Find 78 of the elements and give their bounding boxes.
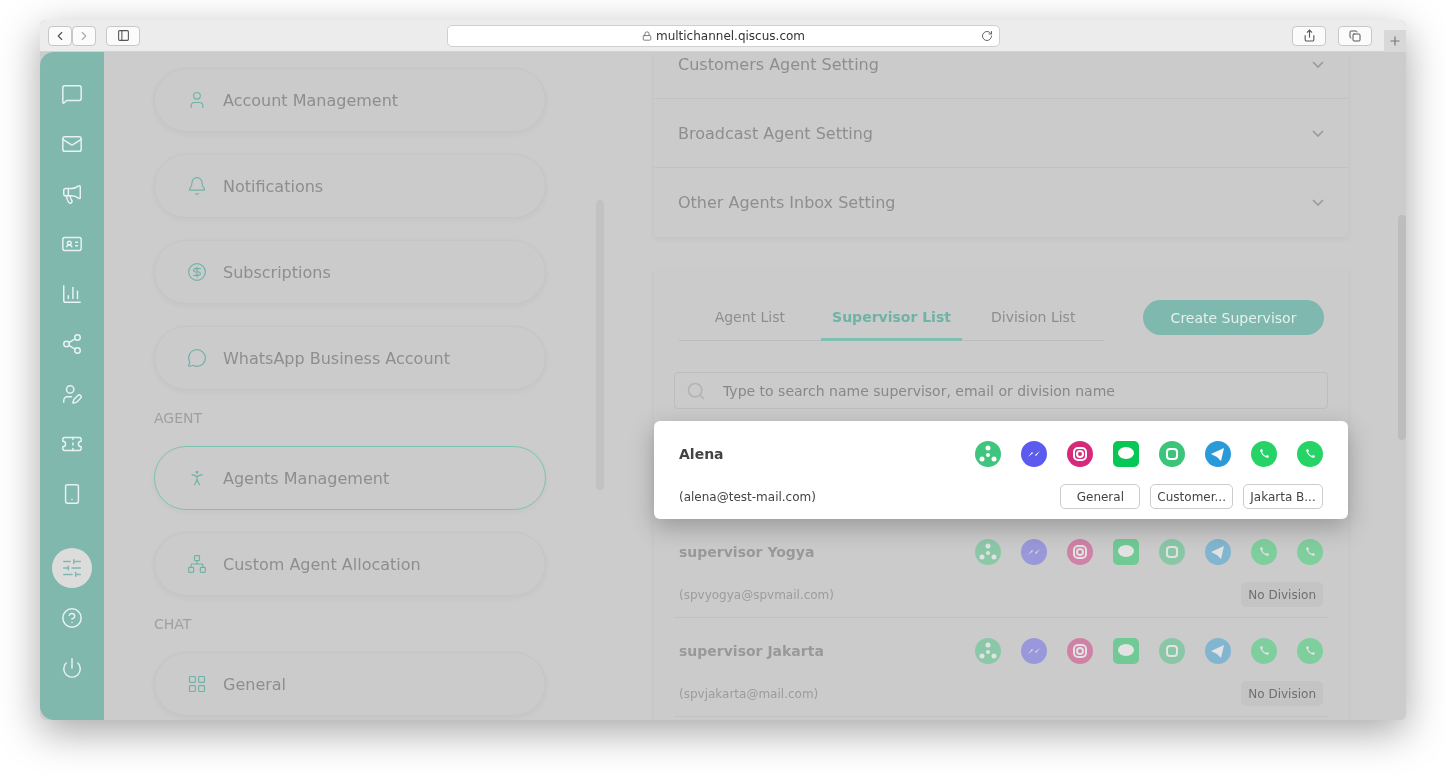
hub-icon — [975, 441, 1001, 467]
settings-menu-item[interactable]: Subscriptions — [154, 240, 546, 304]
back-button[interactable] — [48, 25, 72, 46]
division-tag: No Division — [1241, 582, 1323, 607]
bubble-square-icon — [1113, 441, 1139, 467]
hub-icon — [975, 638, 1001, 664]
chat-icon — [61, 83, 83, 105]
accordion-header[interactable]: Customers Agent Setting — [654, 52, 1348, 99]
chevron-down-icon — [1312, 129, 1324, 137]
paper-plane-icon — [1205, 539, 1231, 565]
settings-menu-item[interactable]: Custom Agent Allocation — [154, 532, 546, 596]
new-tab-button[interactable] — [1384, 29, 1406, 52]
phone-bubble-icon — [1297, 638, 1323, 664]
search-icon — [686, 381, 706, 401]
camera-icon — [1067, 539, 1093, 565]
camera-icon — [1067, 441, 1093, 467]
reload-icon[interactable] — [981, 30, 993, 42]
tab[interactable]: Division List — [962, 300, 1104, 341]
bubble-square-icon — [1113, 539, 1139, 565]
division-tag: General — [1060, 484, 1141, 509]
power-icon — [61, 657, 83, 679]
supervisor-row[interactable]: Alena (alena@test-mail.com) General Customer... Jakarta B... — [654, 421, 1348, 519]
hub-icon — [975, 539, 1001, 565]
phone-bubble-icon — [1297, 539, 1323, 565]
scrollbar-thumb[interactable] — [1398, 215, 1406, 440]
share-icon — [1302, 29, 1316, 42]
create-supervisor-button[interactable]: Create Supervisor — [1143, 300, 1324, 335]
settings-icon — [61, 557, 83, 579]
division-tag: Jakarta B... — [1243, 484, 1323, 509]
supervisor-email: (alena@test-mail.com) — [679, 489, 816, 504]
plus-icon — [1388, 33, 1402, 48]
settings-menu-item[interactable]: Account Management — [154, 68, 546, 132]
chevron-down-icon — [1312, 199, 1324, 206]
square-bubble-icon — [1159, 638, 1185, 664]
dollar-cycle-icon — [187, 262, 207, 282]
lock-icon — [641, 31, 652, 41]
address-bar[interactable]: multichannel.qiscus.com — [447, 25, 1000, 47]
forward-button[interactable] — [72, 25, 96, 46]
settings-menu-item[interactable]: Notifications — [154, 154, 546, 218]
phone-bubble-icon — [1251, 638, 1277, 664]
division-tag: Customer... — [1150, 484, 1233, 509]
chat-bubble-icon — [187, 348, 207, 368]
share-button[interactable] — [1292, 25, 1326, 46]
camera-icon — [1067, 638, 1093, 664]
settings-menu-item[interactable]: WhatsApp Business Account — [154, 326, 546, 390]
paper-plane-icon — [1205, 441, 1231, 467]
phone-bubble-icon — [1297, 441, 1323, 467]
chart-icon — [61, 283, 83, 305]
chevron-down-icon — [1312, 60, 1324, 68]
bell-icon — [187, 176, 207, 196]
mail-icon — [61, 133, 83, 155]
network-icon — [187, 554, 207, 574]
phone-bubble-icon — [1251, 441, 1277, 467]
sidebar-icon — [116, 29, 130, 42]
square-bubble-icon — [1159, 441, 1185, 467]
tabs-icon — [1349, 29, 1361, 42]
tab[interactable]: Agent List — [679, 300, 821, 341]
help-icon — [61, 607, 83, 629]
user-icon — [61, 383, 83, 405]
square-bubble-icon — [1159, 539, 1185, 565]
supervisor-name: Alena — [679, 446, 724, 462]
grid-icon — [187, 674, 207, 694]
megaphone-icon — [61, 183, 83, 205]
tabs-button[interactable] — [1338, 25, 1372, 46]
tab[interactable]: Supervisor List — [820, 300, 963, 341]
settings-menu-item[interactable]: Agents Management — [154, 446, 546, 510]
sidebar-button[interactable] — [106, 25, 140, 46]
division-tag: No Division — [1241, 681, 1323, 706]
accordion-header[interactable]: Other Agents Inbox Setting — [654, 168, 1348, 237]
search-field[interactable]: Type to search name supervisor, email or division name — [674, 372, 1328, 409]
share-icon — [61, 333, 83, 355]
bubble-square-icon — [1113, 638, 1139, 664]
settings-menu-item[interactable]: General — [154, 652, 546, 716]
paper-plane-icon — [1205, 638, 1231, 664]
url-text: multichannel.qiscus.com — [655, 29, 806, 43]
phone-bubble-icon — [1251, 539, 1277, 565]
accordion-header[interactable]: Broadcast Agent Setting — [654, 99, 1348, 168]
rail-button[interactable] — [52, 548, 92, 588]
